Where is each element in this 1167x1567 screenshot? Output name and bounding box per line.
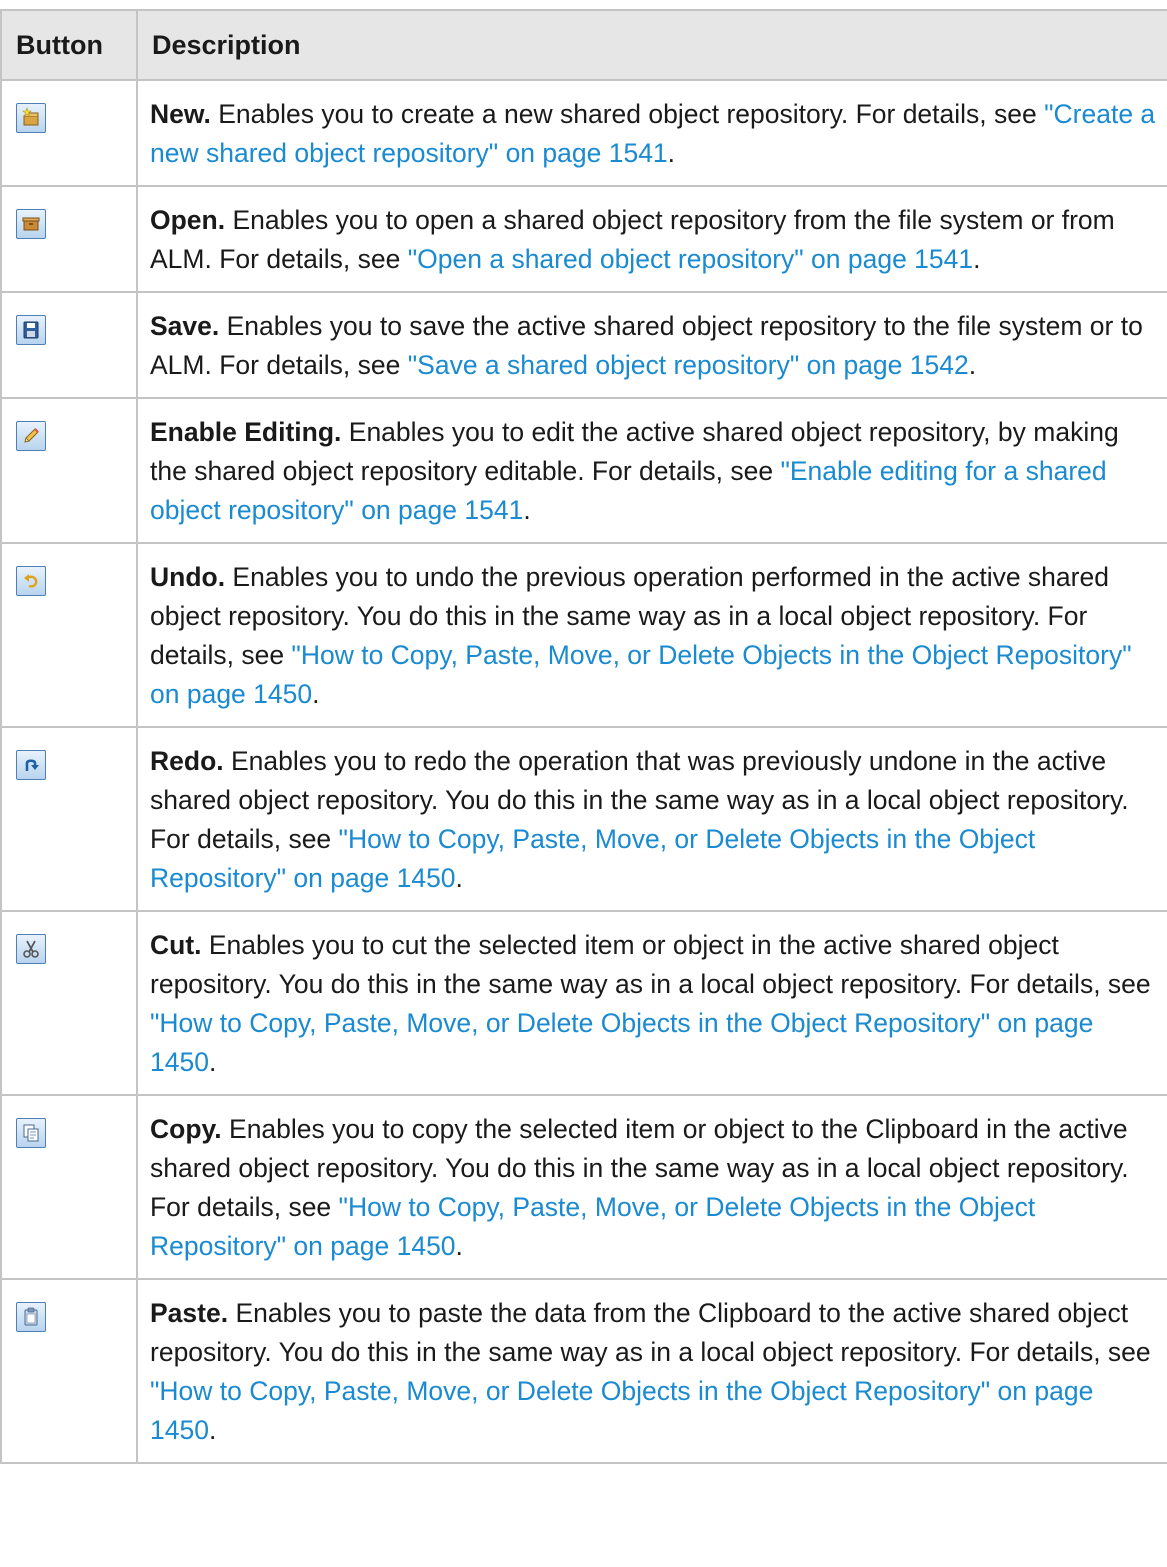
button-cell [1,1095,138,1280]
table-row: New. Enables you to create a new shared … [1,80,1167,187]
table-row: Redo. Enables you to redo the operation … [1,727,1167,912]
row-term: Redo. [150,746,224,776]
row-end: . [667,138,676,168]
table-row: Undo. Enables you to undo the previous o… [1,543,1167,728]
row-term: Copy. [150,1114,222,1144]
open-icon [16,209,46,239]
button-cell [1,80,138,187]
pencil-icon [16,421,46,451]
table-row: Save. Enables you to save the active sha… [1,292,1167,399]
button-cell [1,543,138,728]
row-link[interactable]: "Open a shared object repository" on pag… [408,244,973,274]
redo-icon [16,750,46,780]
save-icon [16,315,46,345]
toolbar-buttons-table: Button Description New. Enables you to c… [0,9,1167,1464]
button-cell [1,1279,138,1464]
row-end: . [312,679,320,709]
description-cell: New. Enables you to create a new shared … [137,80,1167,187]
row-text: Enables you to create a new shared objec… [210,99,1045,129]
description-cell: Paste. Enables you to paste the data fro… [137,1279,1167,1464]
description-cell: Open. Enables you to open a shared objec… [137,186,1167,293]
row-term: Paste. [150,1298,229,1328]
undo-icon [16,566,46,596]
row-term: Save. [150,311,220,341]
row-term: New. [150,99,211,129]
row-term: Enable Editing. [150,417,342,447]
button-cell [1,186,138,293]
row-link[interactable]: "Save a shared object repository" on pag… [408,350,969,380]
table-row: Enable Editing. Enables you to edit the … [1,398,1167,544]
header-button: Button [1,9,138,81]
table-row: Copy. Enables you to copy the selected i… [1,1095,1167,1280]
table-header-row: Button Description [1,9,1167,81]
row-end: . [208,1415,217,1445]
row-text: Enables you to cut the selected item or … [150,930,1151,999]
description-cell: Cut. Enables you to cut the selected ite… [137,911,1167,1096]
description-cell: Save. Enables you to save the active sha… [137,292,1167,399]
row-end: . [973,244,981,274]
description-cell: Undo. Enables you to undo the previous o… [137,543,1167,728]
button-cell [1,292,138,399]
row-end: . [455,1231,463,1261]
button-cell [1,727,138,912]
button-cell [1,398,138,544]
table-row: Paste. Enables you to paste the data fro… [1,1279,1167,1464]
table-row: Open. Enables you to open a shared objec… [1,186,1167,293]
row-link[interactable]: "How to Copy, Paste, Move, or Delete Obj… [150,1008,1093,1077]
row-link[interactable]: "How to Copy, Paste, Move, or Delete Obj… [150,640,1132,709]
new-icon [16,103,46,133]
description-cell: Redo. Enables you to redo the operation … [137,727,1167,912]
row-term: Cut. [150,930,202,960]
row-end: . [523,495,531,525]
description-cell: Copy. Enables you to copy the selected i… [137,1095,1167,1280]
row-end: . [968,350,977,380]
row-link[interactable]: "How to Copy, Paste, Move, or Delete Obj… [150,1376,1093,1445]
row-term: Undo. [150,562,226,592]
row-end: . [455,863,463,893]
paste-icon [16,1302,46,1332]
table-row: Cut. Enables you to cut the selected ite… [1,911,1167,1096]
copy-icon [16,1118,46,1148]
row-end: . [208,1047,217,1077]
row-text: Enables you to paste the data from the C… [150,1298,1151,1367]
description-cell: Enable Editing. Enables you to edit the … [137,398,1167,544]
row-term: Open. [150,205,226,235]
button-cell [1,911,138,1096]
header-description: Description [137,9,1167,81]
scissors-icon [16,934,46,964]
